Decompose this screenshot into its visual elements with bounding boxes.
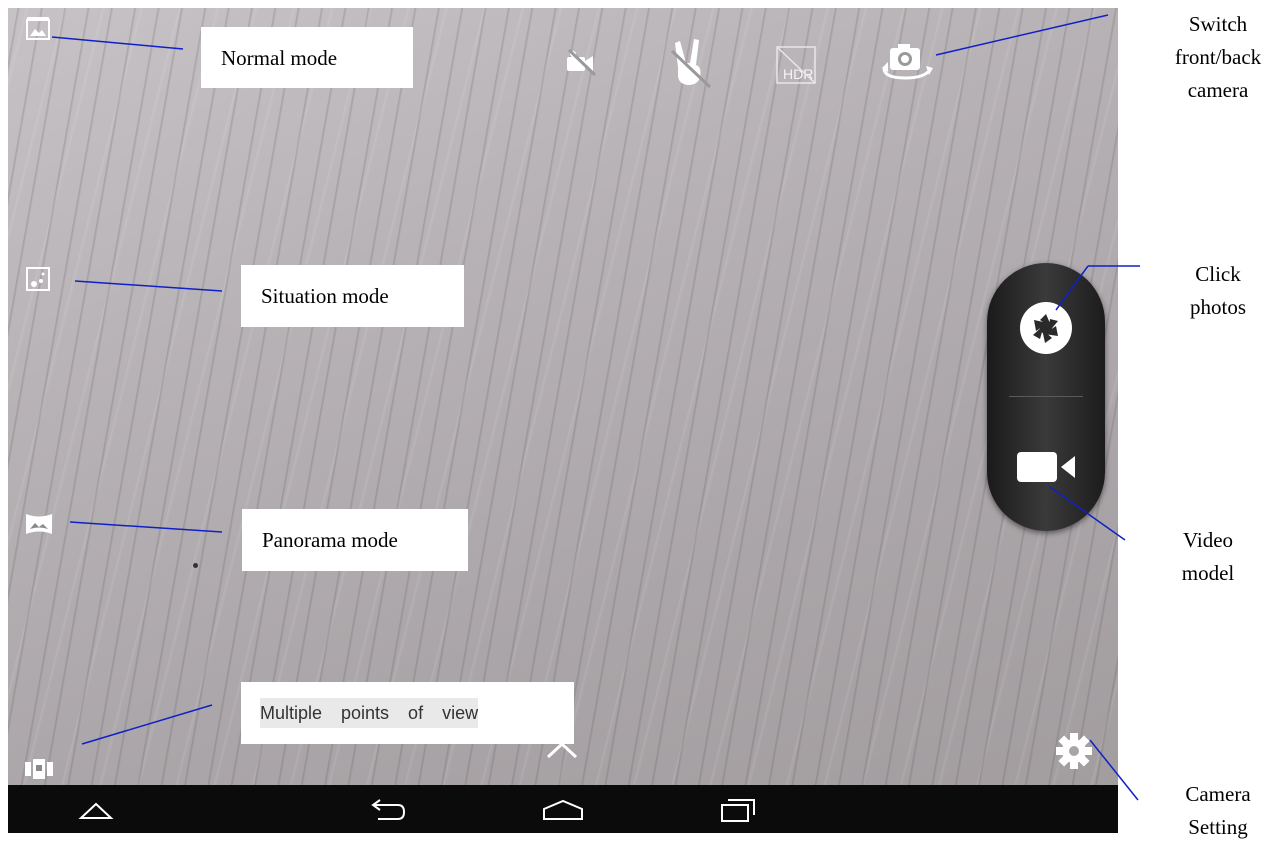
shutter-icon[interactable] (1018, 300, 1074, 356)
video-model-label: Video model (1150, 524, 1266, 590)
situation-mode-icon[interactable] (26, 267, 50, 291)
gesture-off-icon[interactable] (670, 37, 712, 89)
switch-camera-label-line3: camera (1187, 78, 1249, 102)
lens-speck (193, 563, 198, 568)
panorama-mode-label: Panorama mode (242, 509, 468, 571)
camera-setting-label-line2: Setting (1188, 815, 1248, 839)
normal-mode-label: Normal mode (201, 27, 413, 88)
camera-setting-label-line1: Camera (1185, 782, 1251, 806)
navigation-bar (8, 785, 1118, 833)
capture-control-pill (987, 263, 1105, 531)
recent-apps-icon[interactable] (720, 796, 756, 824)
flash-off-icon[interactable] (565, 47, 599, 77)
pill-divider (1009, 396, 1083, 397)
recent-apps-up-icon[interactable] (78, 798, 114, 822)
click-photos-label: Click photos (1160, 258, 1276, 324)
switch-camera-label-line2: front/back (1174, 45, 1262, 69)
panorama-mode-label-text: Panorama mode (262, 528, 398, 552)
panorama-mode-icon[interactable] (25, 512, 53, 536)
situation-mode-label: Situation mode (241, 265, 464, 327)
multiple-views-icon[interactable] (25, 757, 53, 781)
svg-text:HDR: HDR (783, 66, 813, 82)
home-icon[interactable] (541, 797, 585, 823)
camera-viewfinder[interactable] (8, 8, 1118, 785)
video-model-label-line1: Video (1182, 528, 1234, 552)
multiple-views-label: Multiple points of view (241, 682, 574, 744)
switch-camera-label-line1: Switch (1188, 12, 1248, 36)
hdr-off-icon[interactable]: HDR (775, 45, 819, 85)
video-camera-icon[interactable] (1017, 450, 1077, 484)
back-icon[interactable] (368, 797, 408, 823)
switch-camera-label: Switch front/back camera (1160, 8, 1276, 107)
normal-mode-icon[interactable] (26, 17, 50, 41)
gear-icon[interactable] (1056, 733, 1092, 769)
situation-mode-label-text: Situation mode (261, 284, 389, 308)
video-model-label-line2: model (1181, 561, 1235, 585)
camera-setting-label: Camera Setting (1160, 778, 1276, 844)
switch-camera-icon[interactable] (880, 42, 936, 82)
click-photos-label-line2: photos (1189, 295, 1246, 319)
multiple-views-label-text: Multiple points of view (260, 698, 479, 728)
normal-mode-label-text: Normal mode (221, 45, 338, 70)
click-photos-label-line1: Click (1195, 262, 1241, 286)
